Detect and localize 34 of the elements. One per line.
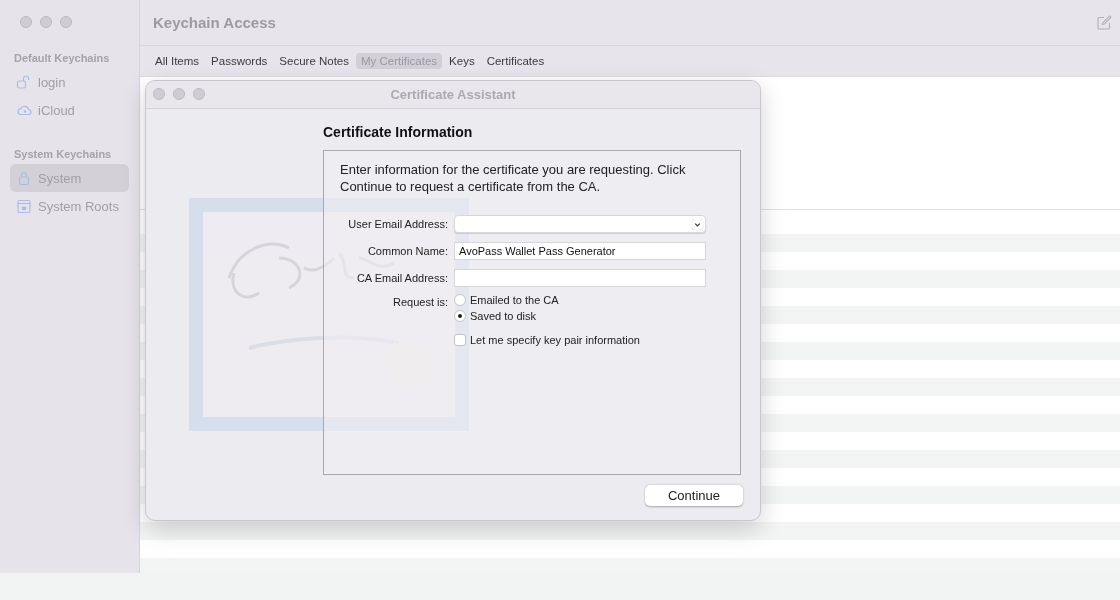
chevron-down-icon <box>692 218 703 230</box>
email-dropdown[interactable] <box>454 215 706 233</box>
compose-icon[interactable] <box>1096 14 1112 31</box>
checkbox[interactable] <box>454 334 466 346</box>
section-heading: Default Keychains <box>13 51 111 66</box>
tab[interactable]: Secure Notes <box>274 53 355 69</box>
tab[interactable]: Keys <box>444 53 480 69</box>
radio-label: Emailed to the CA <box>470 294 559 306</box>
minimize-button[interactable] <box>173 88 185 100</box>
field-label: Common Name: <box>366 245 448 257</box>
intro-text: Enter information for the certificate you are requesting. Click Continue to request a certificate from the CA. <box>340 161 687 195</box>
unlocked-padlock-icon <box>16 74 32 90</box>
field-label: User Email Address: <box>347 218 448 230</box>
field-label: Request is: <box>391 296 448 308</box>
zoom-button[interactable] <box>193 88 205 100</box>
input-field[interactable] <box>454 269 706 287</box>
input-field[interactable]: AvoPass Wallet Pass Generator <box>454 242 706 260</box>
locked-cabinet-icon <box>16 198 32 214</box>
minimize-button[interactable] <box>40 16 52 28</box>
tab[interactable]: Passwords <box>206 53 273 69</box>
zoom-button[interactable] <box>60 16 72 28</box>
close-button[interactable] <box>153 88 165 100</box>
padlock-icon <box>16 170 32 186</box>
tab[interactable]: All Items <box>150 53 205 69</box>
tab[interactable]: Certificates <box>481 53 550 69</box>
checkbox-label: Let me specify key pair information <box>470 334 640 346</box>
section-heading: Certificate Information <box>323 124 474 142</box>
radio-label: Saved to disk <box>470 310 537 322</box>
window-title: Keychain Access <box>153 14 276 31</box>
close-button[interactable] <box>20 16 32 28</box>
field-label: CA Email Address: <box>355 272 448 284</box>
continue-button[interactable]: Continue <box>645 485 743 506</box>
dialog-title: Certificate Assistant <box>390 87 516 102</box>
section-heading: System Keychains <box>13 147 113 162</box>
